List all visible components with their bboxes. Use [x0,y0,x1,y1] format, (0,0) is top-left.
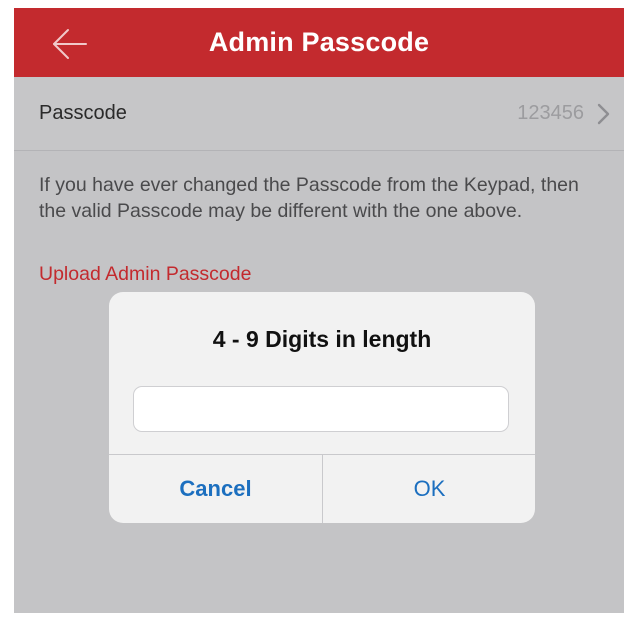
ok-button[interactable]: OK [323,455,535,523]
app-screen: Admin Passcode Passcode 123456 If you ha… [14,8,624,613]
passcode-label: Passcode [39,102,127,124]
dialog-title: 4 - 9 Digits in length [212,326,432,352]
page-title: Admin Passcode [208,27,430,57]
nav-header: Admin Passcode [14,8,624,77]
passcode-info-text: If you have ever changed the Passcode fr… [39,174,579,222]
passcode-dialog: 4 - 9 Digits in length Cancel OK [109,292,535,523]
passcode-input[interactable] [133,386,509,432]
passcode-row[interactable]: Passcode 123456 [14,77,624,151]
cancel-button[interactable]: Cancel [109,455,322,523]
upload-admin-passcode-link[interactable]: Upload Admin Passcode [39,261,251,287]
chevron-right-icon [597,103,610,125]
passcode-value: 123456 [517,102,584,124]
